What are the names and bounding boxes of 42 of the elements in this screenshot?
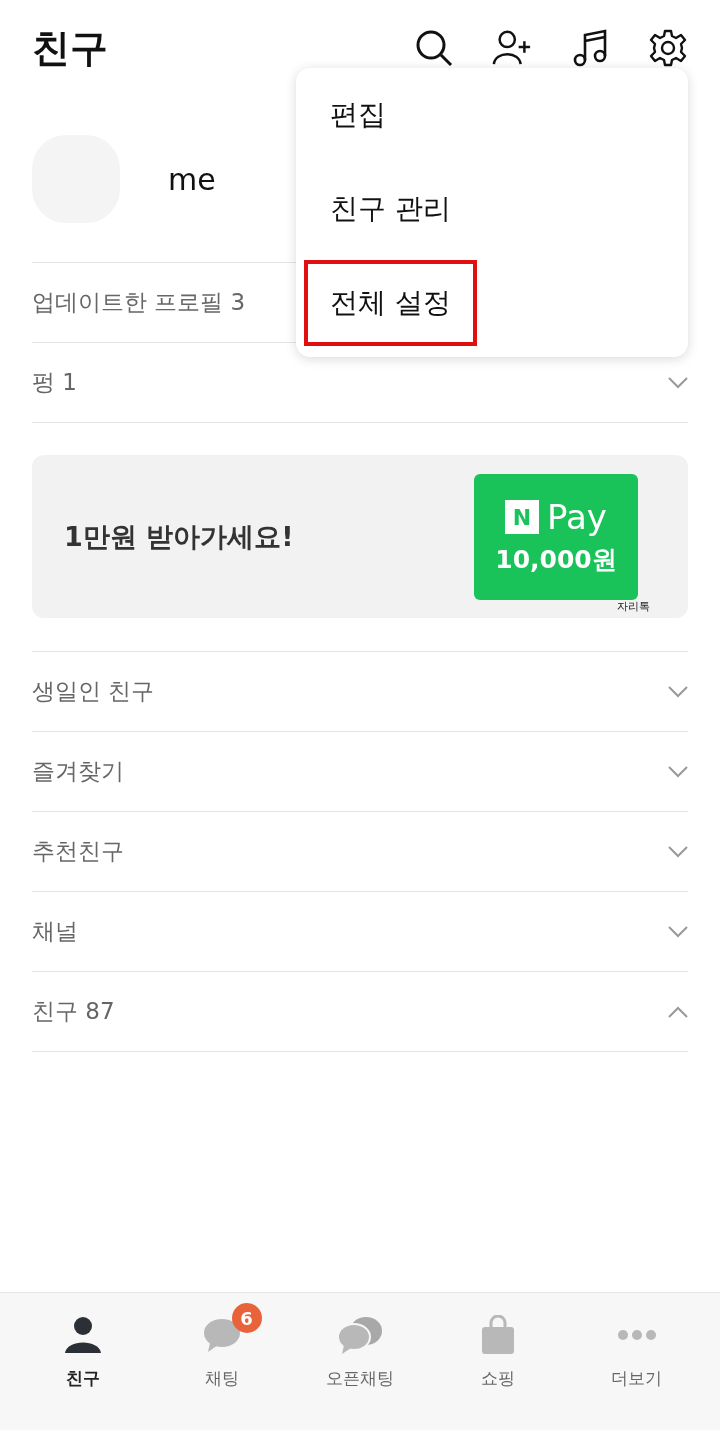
section-label: 펑 1 <box>32 368 77 397</box>
nav-tab[interactable]: 쇼핑 <box>429 1293 568 1430</box>
shopping-bag-icon <box>480 1315 517 1355</box>
chevron-up-icon[interactable] <box>668 1005 688 1018</box>
pay-amount: 10,000원 <box>495 544 617 576</box>
pay-label: Pay <box>547 497 607 537</box>
page-title: 친구 <box>32 24 108 72</box>
nav-tab[interactable]: 6 채팅 <box>152 1293 291 1430</box>
section-label: 업데이트한 프로필 3 <box>32 288 246 317</box>
chevron-down-icon[interactable] <box>668 845 688 858</box>
settings-icon[interactable] <box>648 28 688 68</box>
sponsor-label: 자리톡 <box>617 599 650 614</box>
ad-banner[interactable]: 1만원 받아가세요! N Pay 10,000원 자리톡 <box>32 455 688 618</box>
unread-badge: 6 <box>231 1303 262 1333</box>
section-row[interactable]: 즐겨찾기 <box>32 731 688 811</box>
section-row[interactable]: 생일인 친구 <box>32 651 688 731</box>
nav-tab[interactable]: 친구 <box>14 1293 153 1430</box>
banner-text: 1만원 받아가세요! <box>64 519 294 554</box>
person-icon <box>63 1315 104 1355</box>
nav-tab[interactable]: 오픈채팅 <box>290 1293 430 1430</box>
section-label: 즐겨찾기 <box>32 757 124 786</box>
section-row[interactable]: 친구 87 <box>32 971 688 1051</box>
speech-bubble-icon <box>201 1317 242 1353</box>
chevron-down-icon[interactable] <box>668 765 688 778</box>
speech-bubbles-icon <box>336 1315 384 1355</box>
section-label: 생일인 친구 <box>32 677 155 706</box>
chevron-down-icon[interactable] <box>668 925 688 938</box>
section-label: 추천친구 <box>32 837 124 866</box>
more-icon <box>616 1329 657 1341</box>
nav-tab[interactable]: 더보기 <box>567 1293 707 1430</box>
search-icon[interactable] <box>414 28 454 68</box>
menu-item[interactable]: 편집 <box>304 72 412 158</box>
section-row[interactable]: 추천친구 <box>32 811 688 891</box>
section-row[interactable]: 채널 <box>32 891 688 971</box>
menu-item[interactable]: 전체 설정 <box>304 260 477 346</box>
section-label: 채널 <box>32 917 78 946</box>
profile-name: me <box>168 161 216 197</box>
chevron-down-icon[interactable] <box>668 685 688 698</box>
chevron-down-icon[interactable] <box>668 376 688 389</box>
pay-logo: N <box>505 500 540 534</box>
menu-item[interactable]: 친구 관리 <box>304 166 477 252</box>
section-label: 친구 87 <box>32 997 115 1026</box>
